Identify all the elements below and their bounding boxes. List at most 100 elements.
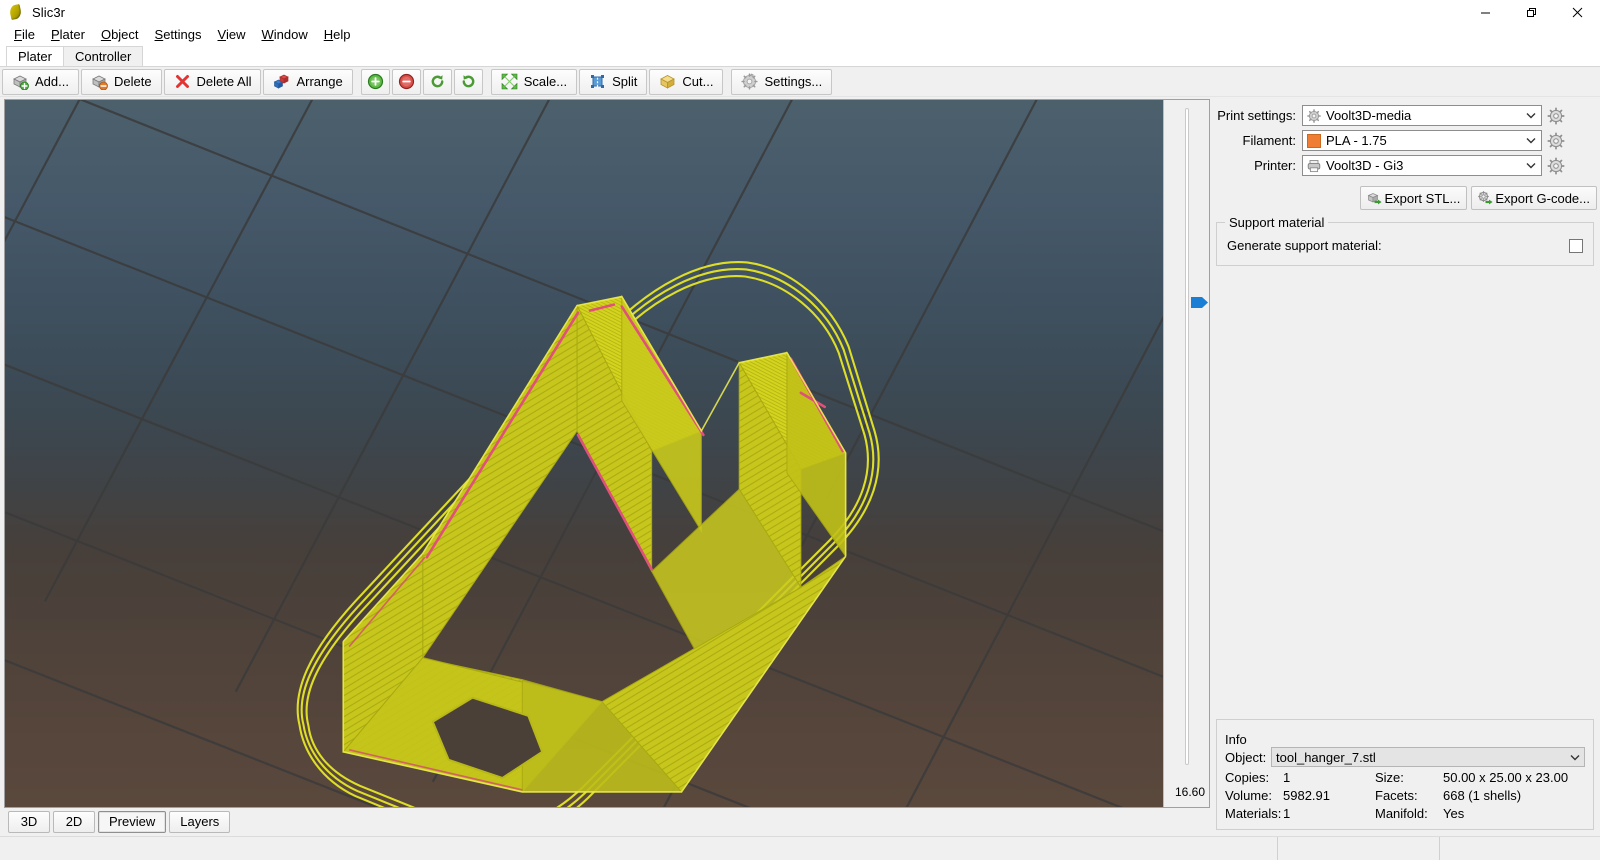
rotate-cw-button[interactable]	[453, 68, 483, 95]
cog-icon	[1307, 108, 1321, 123]
status-field-2	[1278, 837, 1440, 860]
filament-row: Filament: PLA - 1.75	[1216, 130, 1600, 151]
info-value-copies: 1	[1283, 770, 1291, 785]
minimize-icon[interactable]	[1462, 0, 1508, 24]
delete-all-button[interactable]: Delete All	[163, 68, 262, 95]
menu-window[interactable]: Window	[253, 25, 315, 44]
rotate-ccw-button[interactable]	[422, 68, 452, 95]
print-settings-edit-gear-icon[interactable]	[1547, 106, 1565, 125]
notebook-tabbar: Plater Controller	[0, 45, 1600, 67]
menu-plater[interactable]: Plater	[43, 25, 93, 44]
tab-plater[interactable]: Plater	[6, 46, 64, 66]
printer-combo[interactable]: Voolt3D - Gi3	[1302, 155, 1542, 176]
object-row: Object: tool_hanger_7.stl	[1225, 747, 1585, 767]
layer-slider[interactable]: 16.60	[1163, 100, 1209, 807]
object-settings-label: Settings...	[764, 73, 823, 89]
object-value: tool_hanger_7.stl	[1276, 749, 1376, 765]
chevron-down-icon[interactable]	[1521, 137, 1541, 144]
window-controls	[1462, 0, 1600, 24]
split-button[interactable]: Split	[579, 68, 648, 95]
canvas-frame: 16.60	[4, 99, 1210, 808]
info-key-copies: Copies:	[1225, 770, 1270, 785]
status-bar	[0, 836, 1600, 860]
view-tab-layers[interactable]: Layers	[169, 811, 231, 833]
chevron-down-icon[interactable]	[1566, 754, 1584, 761]
menu-view[interactable]: View	[210, 25, 254, 44]
menu-help[interactable]: Help	[316, 25, 359, 44]
object-combo[interactable]: tool_hanger_7.stl	[1271, 747, 1585, 767]
export-buttons-row: Export STL... Export G-code...	[1216, 186, 1600, 210]
view-tab-3d[interactable]: 3D	[8, 811, 50, 833]
toolbar-separator-1	[355, 69, 361, 95]
sliced-model-toolpaths	[296, 261, 880, 807]
printer-edit-gear-icon[interactable]	[1547, 156, 1565, 175]
chevron-down-icon[interactable]	[1521, 112, 1541, 119]
filament-combo[interactable]: PLA - 1.75	[1302, 130, 1542, 151]
arrange-button[interactable]: Arrange	[263, 68, 353, 95]
chevron-down-icon[interactable]	[1521, 162, 1541, 169]
view-mode-tabs: 3D 2D Preview Layers	[4, 808, 1210, 836]
scale-button[interactable]: Scale...	[490, 68, 578, 95]
delete-all-icon	[174, 73, 191, 90]
cut-label: Cut...	[682, 73, 714, 89]
print-settings-row: Print settings: Voolt3D-media	[1216, 105, 1600, 126]
rotate-ccw-icon	[429, 73, 446, 90]
menu-window-rest: indow	[273, 27, 308, 42]
increase-copies-button[interactable]	[360, 68, 390, 95]
info-group-title: Info	[1225, 732, 1247, 747]
arrange-icon	[273, 73, 290, 90]
layer-slider-track[interactable]	[1185, 108, 1189, 765]
rotate-cw-icon	[460, 73, 477, 90]
delete-object-label: Delete	[113, 73, 152, 89]
status-field-3	[1440, 837, 1600, 860]
decrease-copies-button[interactable]	[391, 68, 421, 95]
print-settings-value: Voolt3D-media	[1326, 108, 1412, 123]
status-field-1	[0, 837, 1278, 860]
delete-all-label: Delete All	[196, 73, 252, 89]
menu-settings[interactable]: Settings	[147, 25, 210, 44]
split-icon	[589, 73, 606, 90]
export-stl-icon	[1367, 191, 1383, 206]
menu-plater-rest: later	[59, 27, 85, 42]
info-value-materials: 1	[1283, 806, 1291, 821]
view-tab-preview[interactable]: Preview	[98, 811, 167, 833]
cut-icon	[659, 73, 676, 90]
menu-view-rest: iew	[225, 27, 246, 42]
cut-button[interactable]: Cut...	[649, 68, 724, 95]
plater-toolbar: Add... Delete Delete All Arrange Scale..…	[0, 67, 1600, 97]
layer-slider-value: 16.60	[1174, 785, 1205, 799]
object-label: Object:	[1225, 749, 1267, 765]
delete-object-icon	[91, 73, 108, 90]
view-tab-2d[interactable]: 2D	[53, 811, 95, 833]
tab-controller[interactable]: Controller	[62, 46, 144, 66]
close-icon[interactable]	[1554, 0, 1600, 24]
printer-value: Voolt3D - Gi3	[1326, 158, 1404, 173]
generate-support-label: Generate support material:	[1227, 238, 1382, 253]
info-fields-grid: Copies: 1 Size: 50.00 x 25.00 x 23.00 Vo…	[1225, 770, 1585, 821]
info-value-manifold: Yes	[1443, 806, 1465, 821]
info-value-size: 50.00 x 25.00 x 23.00	[1443, 770, 1569, 785]
export-stl-button[interactable]: Export STL...	[1360, 186, 1468, 210]
export-gcode-icon	[1478, 190, 1493, 206]
maximize-icon[interactable]	[1508, 0, 1554, 24]
add-object-button[interactable]: Add...	[2, 68, 79, 95]
menu-file[interactable]: File	[6, 25, 43, 44]
filament-edit-gear-icon[interactable]	[1547, 131, 1565, 150]
preview-3d-viewport[interactable]	[5, 100, 1163, 807]
menu-object[interactable]: Object	[93, 25, 147, 44]
delete-object-button[interactable]: Delete	[80, 68, 162, 95]
right-sidebar: Print settings: Voolt3D-media Filament: …	[1210, 97, 1600, 836]
menu-bar: File Plater Object Settings View Window …	[0, 24, 1600, 45]
filament-swatch	[1307, 133, 1321, 148]
object-settings-button[interactable]: Settings...	[731, 68, 833, 95]
window-title: Slic3r	[32, 4, 66, 20]
generate-support-checkbox[interactable]	[1569, 239, 1583, 253]
info-key-manifold: Manifold:	[1375, 806, 1428, 821]
toolbar-separator-2	[485, 69, 491, 95]
main-content: 16.60 3D 2D Preview Layers Print setting…	[0, 97, 1600, 836]
arrange-label: Arrange	[296, 73, 343, 89]
export-gcode-button[interactable]: Export G-code...	[1471, 186, 1597, 210]
print-settings-combo[interactable]: Voolt3D-media	[1302, 105, 1542, 126]
add-object-label: Add...	[35, 73, 69, 89]
